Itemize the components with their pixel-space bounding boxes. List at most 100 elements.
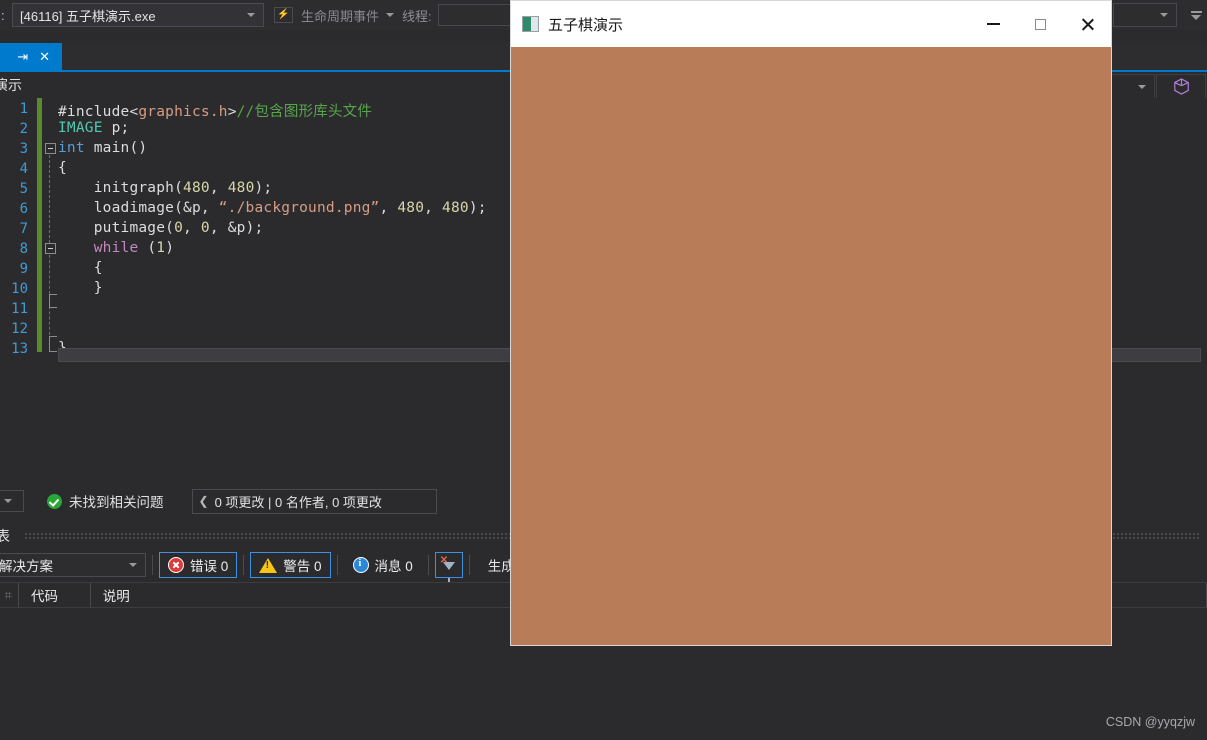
clear-filter-icon[interactable]: ✕ [434,552,463,582]
code-token: 480 [227,180,255,196]
code-token: } [58,280,103,296]
success-check-icon [47,493,62,509]
editor-gutter: 1 2 3 4 5 6 7 8 9 10 11 12 13 [0,98,36,363]
process-label: : [1,7,5,23]
fold-toggle-while[interactable] [45,243,56,254]
minimize-icon[interactable] [970,1,1017,47]
solution-scope-value: 解决方案 [0,559,53,574]
fold-guide-line [49,155,50,243]
code-token: , [183,220,201,236]
tab-active-document[interactable]: ⇥ ✕ [0,43,62,70]
pin-icon[interactable]: ⇥ [17,50,28,63]
toolbar-separator [336,555,338,575]
code-line[interactable]: } [58,280,103,296]
code-line[interactable]: IMAGE p; [58,120,129,136]
code-token: ); [468,200,487,216]
column-selector-icon[interactable] [0,583,19,607]
codelens-indicator[interactable]: ❮ 0 项更改 | 0 名作者, 0 项更改 [191,488,437,514]
watermark: CSDN @yyqzjw [1105,715,1195,729]
code-token: “./background.png” [218,200,380,216]
messages-filter-label: 消息 0 [374,559,413,574]
line-number: 2 [19,121,28,137]
lifecycle-icon[interactable]: ⚡ [274,7,293,23]
code-token: { [58,260,103,276]
analyzer-scope-combobox[interactable] [0,490,24,512]
solution-scope-combobox[interactable]: 解决方案 [0,553,146,577]
code-token: { [58,160,67,176]
code-token: ( [138,240,157,256]
process-combobox[interactable]: [46116] 五子棋演示.exe [12,3,264,27]
fold-toggle-main[interactable] [45,143,56,154]
code-token: #include< [58,104,139,120]
code-token: , [424,200,443,216]
code-token: IMAGE [58,120,103,136]
breadcrumb: 子棋演示 [0,77,22,93]
line-number: 4 [19,161,28,177]
close-icon[interactable]: ✕ [39,50,50,63]
code-token: 480 [183,180,210,196]
code-line[interactable]: loadimage(&p, “./background.png”, 480, 4… [58,200,487,216]
close-icon[interactable] [1064,1,1111,47]
code-token: main() [84,140,148,156]
fold-scope-bracket [49,336,57,352]
lifecycle-events-label[interactable]: 生命周期事件 [301,6,379,25]
code-line[interactable]: initgraph(480, 480); [58,180,272,196]
easyx-graphics-canvas[interactable] [511,47,1111,645]
code-token: 480 [442,200,469,216]
code-token: ) [165,240,175,256]
messages-filter[interactable]: 消息 0 [344,552,422,578]
chevron-down-icon[interactable] [386,13,395,17]
code-token: putimage( [58,220,175,236]
code-token: , [379,200,398,216]
line-number: 7 [19,221,28,237]
error-icon [168,557,184,573]
easyx-window-titlebar[interactable]: 五子棋演示 [511,1,1111,47]
cube-icon[interactable] [1156,74,1206,99]
code-token: ); [254,180,273,196]
code-token: initgraph( [58,180,184,196]
code-line[interactable]: int main() [58,140,147,156]
line-number: 6 [19,201,28,217]
change-indicator-bar [37,98,42,352]
line-number: 13 [11,341,28,357]
chevron-down-icon [247,13,255,17]
code-line[interactable]: { [58,160,67,176]
code-line[interactable]: putimage(0, 0, &p); [58,220,264,236]
code-token: 480 [397,200,425,216]
codelens-text: 0 项更改 | 0 名作者, 0 项更改 [214,494,382,510]
code-token: > [227,104,237,120]
warnings-filter[interactable]: 警告 0 [250,552,331,578]
panel-title-text: 表 [0,528,10,544]
column-header-code[interactable]: 代码 [19,583,91,607]
errors-filter[interactable]: 错误 0 [159,552,238,578]
line-number: 9 [19,261,28,277]
code-token: //包含图形库头文件 [236,104,373,120]
code-line[interactable]: { [58,260,103,276]
chevron-down-icon [129,563,137,567]
window-control-buttons [970,1,1111,47]
fold-scope-bracket [49,294,57,308]
toolbar-extra-combobox[interactable] [1113,3,1177,27]
code-line[interactable]: while (1) [58,240,174,256]
process-combobox-value: [46116] 五子棋演示.exe [20,8,156,24]
code-token: loadimage(&p, [58,200,219,216]
line-number: 5 [19,181,28,197]
toolbar-overflow-icon[interactable] [1185,10,1207,20]
thread-label: 线程: [402,8,432,24]
chevron-down-icon [1160,13,1168,17]
info-icon [352,557,369,573]
chevron-left-icon: ❮ [198,494,209,508]
code-line[interactable]: #include<graphics.h>//包含图形库头文件 [58,100,372,121]
maximize-icon[interactable] [1017,1,1064,47]
toolbar-separator [427,555,429,575]
code-token: , &p); [209,220,264,236]
easyx-demo-window[interactable]: 五子棋演示 [511,1,1111,645]
easyx-app-icon [522,16,539,32]
line-number: 12 [11,321,28,337]
line-number: 11 [11,301,28,317]
ide-window: : [46116] 五子棋演示.exe ⚡ 生命周期事件 线程: ⇥ ✕ 子棋演… [0,0,1207,740]
code-token: 1 [156,240,166,256]
line-number: 1 [19,101,28,117]
code-token: while [93,240,139,256]
